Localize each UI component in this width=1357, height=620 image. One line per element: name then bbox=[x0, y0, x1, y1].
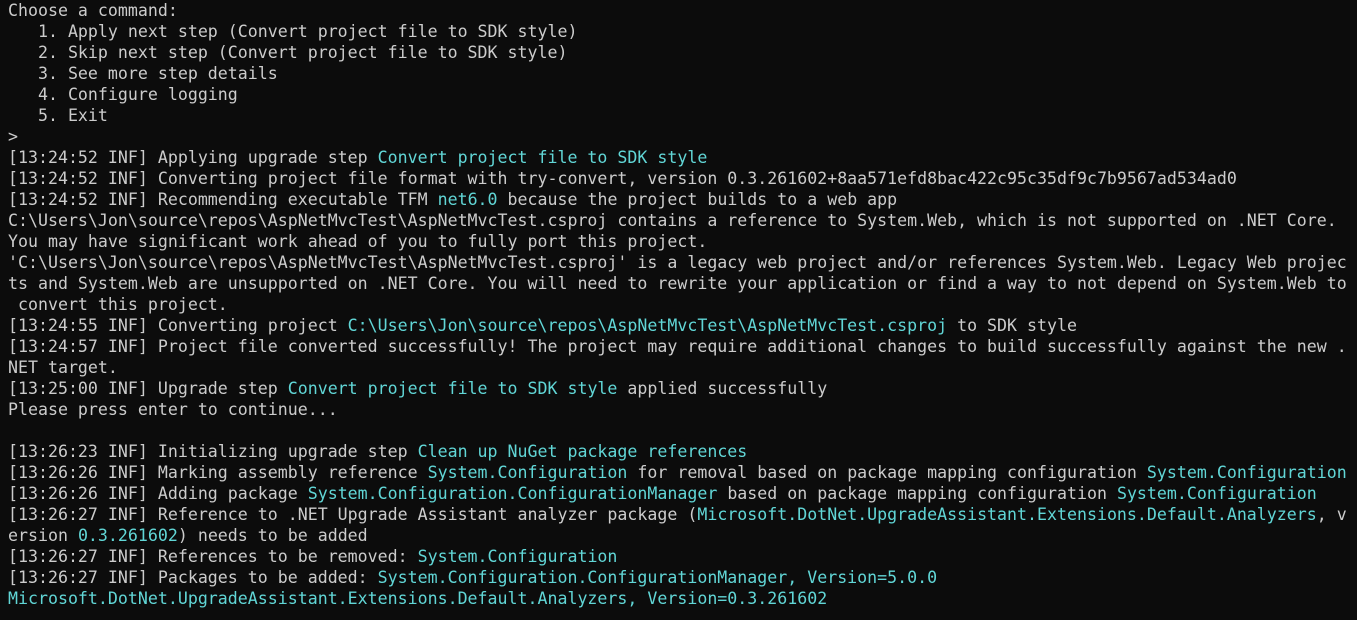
terminal-line: [13:26:27 INF] Packages to be added: Sys… bbox=[8, 567, 1353, 588]
highlighted-text: Convert project file to SDK style bbox=[287, 379, 618, 398]
terminal-line: > bbox=[8, 126, 1353, 147]
terminal-line: 4. Configure logging bbox=[8, 84, 1353, 105]
highlighted-text: net6.0 bbox=[437, 190, 498, 209]
terminal-text: for removal based on package mapping con… bbox=[627, 463, 1147, 482]
highlighted-text: System.Configuration bbox=[1116, 484, 1317, 503]
terminal-line: C:\Users\Jon\source\repos\AspNetMvcTest\… bbox=[8, 210, 1353, 231]
terminal-line: [13:25:00 INF] Upgrade step Convert proj… bbox=[8, 378, 1353, 399]
highlighted-text: 0.3.261602 bbox=[77, 526, 178, 545]
terminal-line: [13:26:27 INF] Reference to .NET Upgrade… bbox=[8, 504, 1353, 525]
highlighted-text: System.Configuration bbox=[417, 547, 618, 566]
highlighted-text: Convert project file to SDK style bbox=[377, 148, 708, 167]
terminal-text: > bbox=[8, 127, 18, 146]
terminal-line: [13:26:27 INF] References to be removed:… bbox=[8, 546, 1353, 567]
terminal-line: [13:24:57 INF] Project file converted su… bbox=[8, 336, 1353, 357]
terminal-text: based on package mapping configuration bbox=[717, 484, 1117, 503]
terminal-line: Microsoft.DotNet.UpgradeAssistant.Extens… bbox=[8, 588, 1353, 609]
terminal-line: [13:24:52 INF] Applying upgrade step Con… bbox=[8, 147, 1353, 168]
highlighted-text: System.Configuration bbox=[427, 463, 628, 482]
highlighted-text: System.Configuration.ConfigurationManage… bbox=[377, 568, 938, 587]
terminal-line: [13:26:26 INF] Adding package System.Con… bbox=[8, 483, 1353, 504]
terminal-text: [13:26:26 INF] Adding package bbox=[8, 484, 308, 503]
terminal-text: 1. Apply next step (Convert project file… bbox=[8, 22, 578, 41]
terminal-line: convert this project. bbox=[8, 294, 1353, 315]
terminal-line: ts and System.Web are unsupported on .NE… bbox=[8, 273, 1353, 294]
terminal-line: 5. Exit bbox=[8, 105, 1353, 126]
terminal-text: [13:25:00 INF] Upgrade step bbox=[8, 379, 288, 398]
terminal-text: because the project builds to a web app bbox=[497, 190, 898, 209]
terminal-line: 1. Apply next step (Convert project file… bbox=[8, 21, 1353, 42]
terminal-line: 'C:\Users\Jon\source\repos\AspNetMvcTest… bbox=[8, 252, 1353, 273]
terminal-text: ts and System.Web are unsupported on .NE… bbox=[8, 274, 1347, 293]
terminal-text: [13:26:27 INF] References to be removed: bbox=[8, 547, 418, 566]
terminal-text: C:\Users\Jon\source\repos\AspNetMvcTest\… bbox=[8, 211, 1337, 230]
terminal-line: [13:24:52 INF] Recommending executable T… bbox=[8, 189, 1353, 210]
terminal-text: [13:24:55 INF] Converting project bbox=[8, 316, 348, 335]
terminal-text: [13:24:52 INF] Converting project file f… bbox=[8, 169, 1237, 188]
terminal-text: Choose a command: bbox=[8, 1, 178, 20]
terminal-text: convert this project. bbox=[8, 295, 228, 314]
terminal-text: 3. See more step details bbox=[8, 64, 278, 83]
terminal-line: [13:26:26 INF] Marking assembly referenc… bbox=[8, 462, 1353, 483]
highlighted-text: Microsoft.DotNet.UpgradeAssistant.Extens… bbox=[8, 589, 828, 608]
terminal-text: to SDK style bbox=[947, 316, 1077, 335]
terminal-text: applied successfully bbox=[617, 379, 828, 398]
highlighted-text: Microsoft.DotNet.UpgradeAssistant.Extens… bbox=[697, 505, 1317, 524]
terminal-line: You may have significant work ahead of y… bbox=[8, 231, 1353, 252]
terminal-line: 2. Skip next step (Convert project file … bbox=[8, 42, 1353, 63]
terminal-text: [13:26:23 INF] Initializing upgrade step bbox=[8, 442, 418, 461]
terminal-line: [13:24:55 INF] Converting project C:\Use… bbox=[8, 315, 1353, 336]
terminal-line: ersion 0.3.261602) needs to be added bbox=[8, 525, 1353, 546]
highlighted-text: System.Configuration.ConfigurationManage… bbox=[307, 484, 718, 503]
terminal-text: NET target. bbox=[8, 358, 118, 377]
terminal-text: 'C:\Users\Jon\source\repos\AspNetMvcTest… bbox=[8, 253, 1347, 272]
terminal-text: [13:26:26 INF] Marking assembly referenc… bbox=[8, 463, 428, 482]
terminal-text: ) needs to be added bbox=[177, 526, 368, 545]
terminal-line: 3. See more step details bbox=[8, 63, 1353, 84]
terminal-text: [13:24:57 INF] Project file converted su… bbox=[8, 337, 1347, 356]
terminal-text: [13:26:27 INF] Reference to .NET Upgrade… bbox=[8, 505, 698, 524]
terminal-text: 2. Skip next step (Convert project file … bbox=[8, 43, 568, 62]
terminal-text: [13:24:52 INF] Applying upgrade step bbox=[8, 148, 378, 167]
terminal-line: [13:24:52 INF] Converting project file f… bbox=[8, 168, 1353, 189]
terminal-text: 5. Exit bbox=[8, 106, 108, 125]
terminal-text: Please press enter to continue... bbox=[8, 400, 338, 419]
highlighted-text: System.Configuration bbox=[1146, 463, 1347, 482]
terminal-line: NET target. bbox=[8, 357, 1353, 378]
terminal-text: 4. Configure logging bbox=[8, 85, 238, 104]
terminal-text: [13:24:52 INF] Recommending executable T… bbox=[8, 190, 438, 209]
terminal-text: [13:26:27 INF] Packages to be added: bbox=[8, 568, 378, 587]
terminal-text: , v bbox=[1316, 505, 1347, 524]
terminal-line: [13:26:23 INF] Initializing upgrade step… bbox=[8, 441, 1353, 462]
terminal-line: Please press enter to continue... bbox=[8, 399, 1353, 420]
highlighted-text: C:\Users\Jon\source\repos\AspNetMvcTest\… bbox=[347, 316, 948, 335]
terminal-text: ersion bbox=[8, 526, 78, 545]
terminal-line: Choose a command: bbox=[8, 0, 1353, 21]
terminal-output: Choose a command: 1. Apply next step (Co… bbox=[8, 0, 1353, 609]
highlighted-text: Clean up NuGet package references bbox=[417, 442, 748, 461]
terminal-text: You may have significant work ahead of y… bbox=[8, 232, 708, 251]
